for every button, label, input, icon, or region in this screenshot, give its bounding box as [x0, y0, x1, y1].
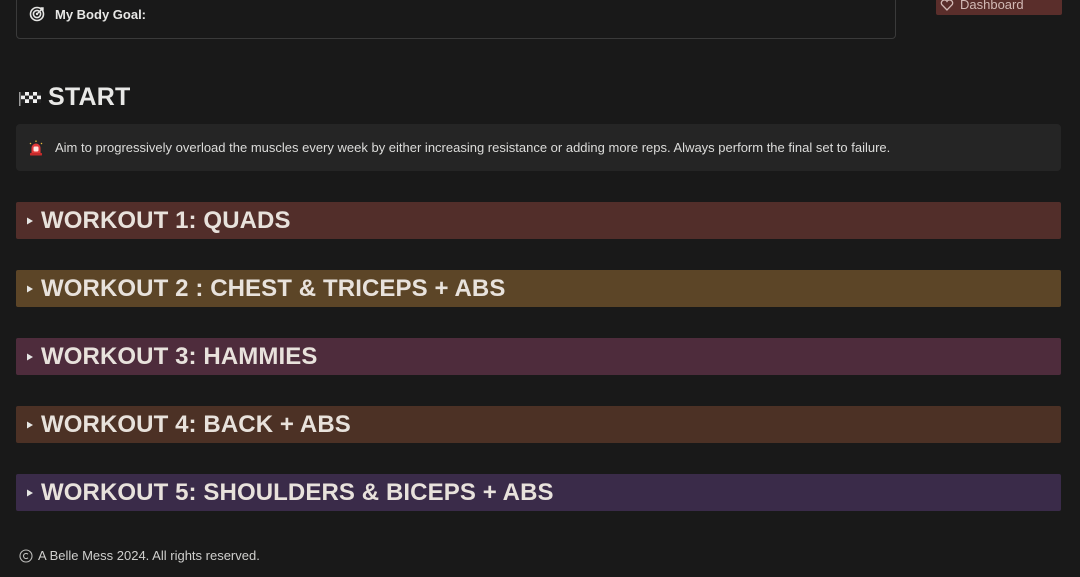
start-heading: START — [18, 83, 130, 112]
start-title: START — [48, 83, 131, 111]
workout-4-title: WORKOUT 4: BACK + ABS — [41, 410, 351, 438]
body-goal-callout — [16, 0, 896, 39]
dashboard-button[interactable]: Dashboard — [936, 0, 1062, 15]
copyright-icon — [19, 548, 33, 563]
workout-1-title: WORKOUT 1: QUADS — [41, 206, 291, 234]
workout-2-title: WORKOUT 2 : CHEST & TRICEPS + ABS — [41, 274, 506, 302]
dashboard-button-label: Dashboard — [960, 0, 1024, 12]
toggle-arrow-icon[interactable] — [23, 350, 37, 364]
siren-icon — [29, 140, 43, 155]
page: My Body Goal: Dashboard START Aim to pro… — [0, 0, 1080, 577]
checkered-flag-icon — [19, 91, 41, 106]
toggle-workout-2[interactable]: WORKOUT 2 : CHEST & TRICEPS + ABS — [16, 270, 1061, 307]
toggle-workout-1[interactable]: WORKOUT 1: QUADS — [16, 202, 1061, 239]
toggle-workout-5[interactable]: WORKOUT 5: SHOULDERS & BICEPS + ABS — [16, 474, 1061, 511]
footer: A Belle Mess 2024. All rights reserved. — [19, 548, 260, 563]
callout-text: Aim to progressively overload the muscle… — [55, 140, 891, 155]
toggle-arrow-icon[interactable] — [23, 282, 37, 296]
toggle-workout-4[interactable]: WORKOUT 4: BACK + ABS — [16, 406, 1061, 443]
workout-3-title: WORKOUT 3: HAMMIES — [41, 342, 318, 370]
footer-text: A Belle Mess 2024. All rights reserved. — [38, 548, 260, 563]
toggle-workout-3[interactable]: WORKOUT 3: HAMMIES — [16, 338, 1061, 375]
toggle-arrow-icon[interactable] — [23, 214, 37, 228]
body-goal-label: My Body Goal: — [55, 6, 147, 22]
overload-callout: Aim to progressively overload the muscle… — [16, 124, 1061, 171]
heart-icon — [940, 0, 954, 11]
toggle-arrow-icon[interactable] — [23, 418, 37, 432]
toggle-arrow-icon[interactable] — [23, 486, 37, 500]
body-goal-row: My Body Goal: — [29, 6, 146, 22]
workout-5-title: WORKOUT 5: SHOULDERS & BICEPS + ABS — [41, 478, 554, 506]
target-icon — [29, 6, 45, 22]
